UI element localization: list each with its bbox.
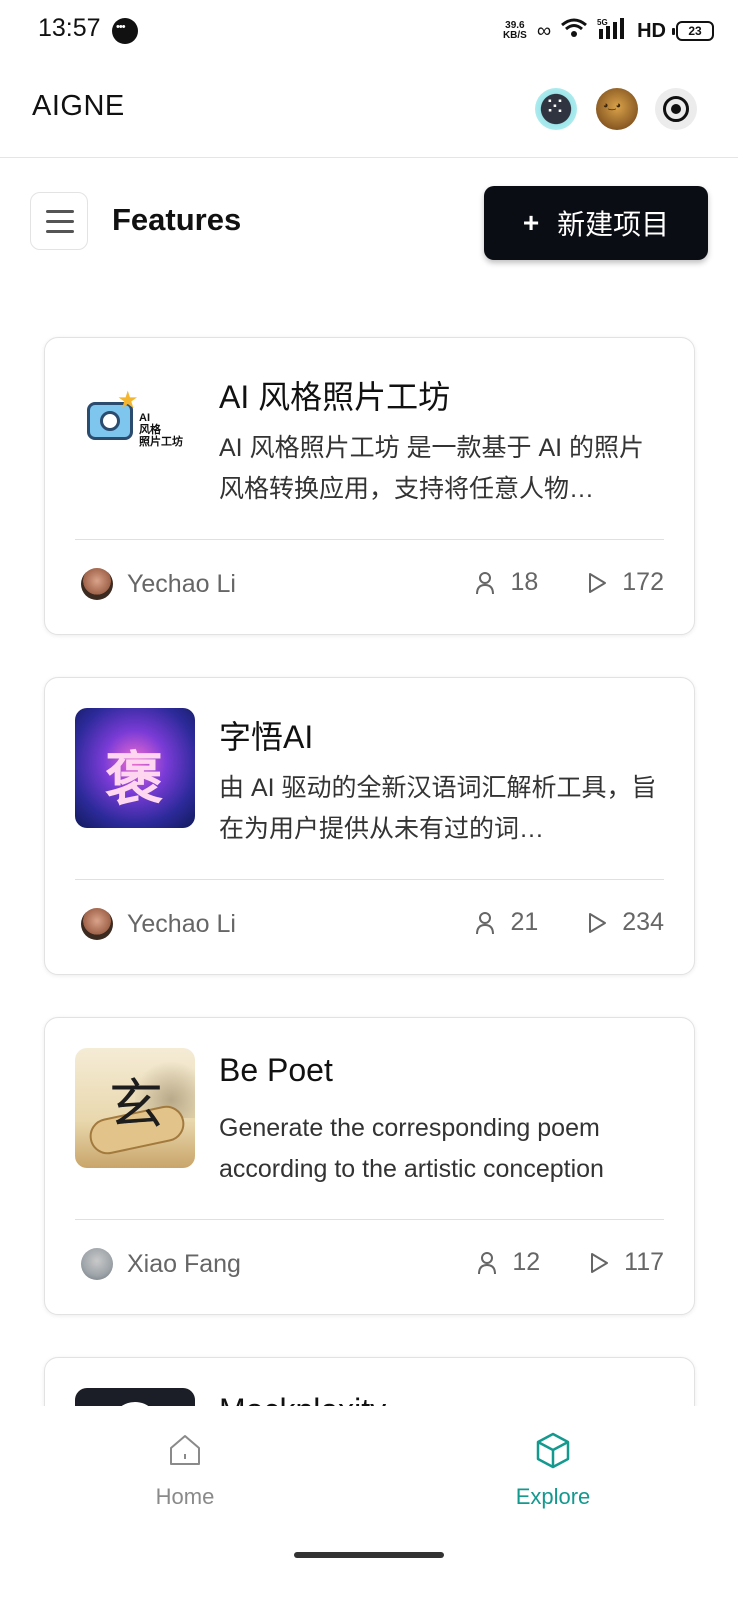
gesture-bar[interactable] — [294, 1552, 444, 1558]
author-name: Yechao Li — [127, 569, 236, 598]
cube-icon — [536, 1432, 570, 1469]
user-icon — [476, 911, 495, 934]
thumbnail-glyph: 褒 — [105, 745, 164, 813]
home-icon — [170, 1435, 200, 1465]
menu-button[interactable] — [30, 192, 88, 250]
svg-text:5G: 5G — [597, 18, 608, 27]
user-avatar[interactable] — [596, 88, 638, 130]
play-icon — [591, 1252, 609, 1273]
feature-card[interactable]: 玄 Be Poet Generate the corresponding poe… — [44, 1017, 695, 1315]
nav-home-label: Home — [155, 1484, 215, 1509]
card-author[interactable]: Yechao Li — [81, 908, 236, 940]
network-speed: 39.6 KB/S — [502, 20, 527, 41]
runs-count: 172 — [622, 568, 664, 596]
user-icon — [476, 571, 495, 594]
play-icon — [589, 572, 607, 593]
users-count: 12 — [512, 1248, 541, 1276]
hd-indicator: HD — [637, 19, 666, 42]
card-author[interactable]: Xiao Fang — [81, 1248, 241, 1280]
bottom-nav: Home Explore — [0, 1406, 738, 1600]
status-time: 13:57 — [38, 14, 101, 42]
card-title: AI 风格照片工坊 — [219, 379, 451, 415]
users-count: 18 — [510, 568, 539, 596]
signal-icon: 5G — [597, 17, 627, 45]
author-avatar — [81, 908, 113, 940]
battery-icon: 23 — [672, 21, 714, 41]
divider — [75, 539, 664, 540]
play-icon — [589, 912, 607, 933]
card-stats: 21 234 — [474, 908, 664, 937]
nav-explore-label: Explore — [515, 1484, 591, 1509]
runs-count: 234 — [622, 908, 664, 936]
app-bar: AIGNE — [0, 62, 738, 158]
user-icon — [478, 1251, 497, 1274]
author-avatar — [81, 1248, 113, 1280]
status-bar: 13:57 39.6 KB/S ∞ 5G HD 23 — [0, 0, 738, 62]
card-description: Generate the corresponding poem accordin… — [219, 1114, 604, 1183]
nav-explore[interactable]: Explore — [478, 1430, 628, 1510]
author-avatar — [81, 568, 113, 600]
thumbnail-glyph: 玄 — [109, 1073, 163, 1136]
card-stats: 18 172 — [474, 568, 664, 597]
wifi-icon — [561, 18, 588, 44]
link-icon: ∞ — [536, 20, 552, 42]
page-title: Features — [112, 202, 242, 237]
hamburger-icon — [46, 210, 74, 213]
divider — [75, 1219, 664, 1220]
photo-studio-thumbnail: ★ AI 风格 照片工坊 — [75, 368, 195, 488]
nav-home[interactable]: Home — [110, 1430, 260, 1510]
ziwu-thumbnail: 褒 — [75, 708, 195, 828]
be-poet-thumbnail: 玄 — [75, 1048, 195, 1168]
author-name: Xiao Fang — [127, 1249, 241, 1278]
new-project-button[interactable]: + 新建项目 — [484, 186, 708, 260]
app-title: AIGNE — [32, 90, 125, 122]
users-count: 21 — [510, 908, 539, 936]
divider — [75, 879, 664, 880]
plus-icon: + — [522, 207, 540, 238]
card-title: Be Poet — [219, 1052, 333, 1088]
card-author[interactable]: Yechao Li — [81, 568, 236, 600]
new-project-label: 新建项目 — [557, 209, 670, 240]
card-description: 由 AI 驱动的全新汉语词汇解析工具，旨在为用户提供从未有过的词… — [219, 774, 657, 843]
feature-card[interactable]: 褒 字悟AI 由 AI 驱动的全新汉语词汇解析工具，旨在为用户提供从未有过的词…… — [44, 677, 695, 975]
record-icon[interactable] — [655, 88, 697, 130]
chat-notification-icon — [112, 18, 138, 44]
card-description: AI 风格照片工坊 是一款基于 AI 的照片风格转换应用，支持将任意人物… — [219, 434, 645, 503]
thumbnail-label: AI 风格 照片工坊 — [139, 412, 183, 448]
dots-app-icon[interactable] — [535, 88, 577, 130]
star-icon: ★ — [117, 387, 139, 414]
card-title: 字悟AI — [219, 719, 314, 755]
feature-card[interactable]: ★ AI 风格 照片工坊 AI 风格照片工坊 AI 风格照片工坊 是一款基于 A… — [44, 337, 695, 635]
author-name: Yechao Li — [127, 909, 236, 938]
card-stats: 12 117 — [476, 1248, 664, 1277]
runs-count: 117 — [624, 1248, 664, 1276]
status-indicators: 39.6 KB/S ∞ 5G HD 23 — [503, 16, 714, 46]
